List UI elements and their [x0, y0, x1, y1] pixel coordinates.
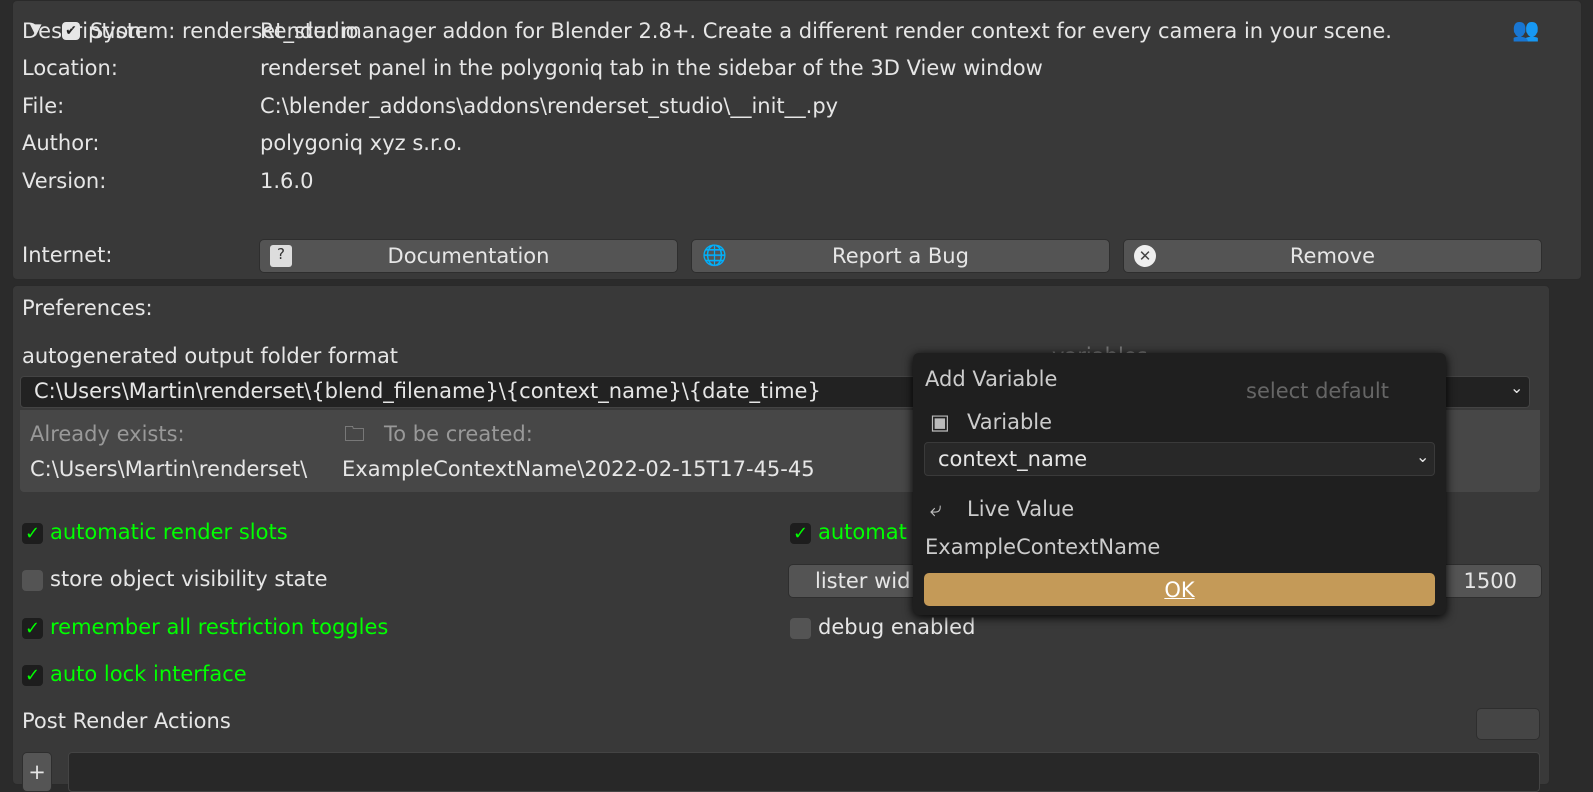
- preferences-heading: Preferences:: [22, 296, 153, 320]
- variable-icon: ▣: [930, 410, 950, 434]
- live-value: ExampleContextName: [925, 535, 1161, 559]
- live-value-label: Live Value: [967, 497, 1075, 521]
- variable-value: context_name: [938, 447, 1088, 471]
- ok-button[interactable]: OK: [924, 573, 1435, 606]
- option-checkbox[interactable]: [790, 618, 811, 639]
- info-label: File:: [22, 93, 65, 118]
- info-value: C:\blender_addons\addons\renderset_studi…: [260, 93, 839, 118]
- option-label[interactable]: remember all restriction toggles: [50, 615, 388, 639]
- info-value: Render manager addon for Blender 2.8+. C…: [260, 19, 1392, 43]
- info-value: 1.6.0: [260, 168, 314, 193]
- user-icon: 👥: [1512, 18, 1540, 43]
- post-render-list[interactable]: [68, 752, 1540, 792]
- info-value: polygoniq xyz s.r.o.: [260, 131, 463, 156]
- add-variable-button[interactable]: [1476, 708, 1540, 740]
- option-label[interactable]: store object visibility state: [50, 567, 328, 591]
- variable-label: Variable: [967, 410, 1053, 434]
- option-label[interactable]: automat: [818, 520, 907, 544]
- option-checkbox[interactable]: ✓: [790, 523, 811, 544]
- report-bug-button[interactable]: 🌐 Report a Bug: [691, 239, 1110, 273]
- info-label: Version:: [22, 168, 107, 193]
- already-exists-path: C:\Users\Martin\renderset\: [30, 457, 308, 481]
- chevron-down-icon: ⌄: [1510, 378, 1524, 397]
- to-be-created-label: To be created:: [384, 422, 533, 446]
- info-label: Description:: [22, 19, 149, 43]
- info-value: renderset panel in the polygoniq tab in …: [260, 56, 1043, 81]
- popup-title: Add Variable: [925, 367, 1058, 391]
- live-value-icon: ⤶: [930, 497, 942, 521]
- globe-icon: 🌐: [702, 243, 727, 267]
- info-label: Location:: [22, 56, 118, 81]
- already-exists-label: Already exists:: [30, 422, 185, 446]
- add-action-button[interactable]: +: [22, 752, 52, 792]
- remove-button[interactable]: ✕ Remove: [1123, 239, 1542, 273]
- new-folder-icon: 🗀: [344, 422, 365, 446]
- option-checkbox[interactable]: [22, 570, 43, 592]
- option-label[interactable]: debug enabled: [818, 615, 975, 639]
- folder-format-value: C:\Users\Martin\renderset\{blend_filenam…: [34, 379, 821, 403]
- option-label[interactable]: auto lock interface: [50, 662, 247, 686]
- info-label: Author:: [22, 131, 100, 156]
- option-checkbox[interactable]: ✓: [22, 617, 43, 639]
- option-checkbox[interactable]: ✓: [22, 523, 43, 544]
- option-checkbox[interactable]: ✓: [22, 664, 43, 686]
- post-render-label: Post Render Actions: [22, 709, 231, 733]
- documentation-button[interactable]: ? Documentation: [259, 239, 678, 273]
- folder-format-label: autogenerated output folder format: [22, 344, 399, 368]
- close-circle-icon: ✕: [1134, 245, 1156, 267]
- select-default-dropdown[interactable]: select default: [1246, 379, 1389, 403]
- chevron-down-icon: ⌄: [1416, 447, 1430, 466]
- option-label[interactable]: automatic render slots: [50, 520, 288, 544]
- to-be-created-path: ExampleContextName\2022-02-15T17-45-45: [342, 457, 815, 481]
- internet-label: Internet:: [22, 243, 113, 267]
- help-icon: ?: [270, 245, 292, 267]
